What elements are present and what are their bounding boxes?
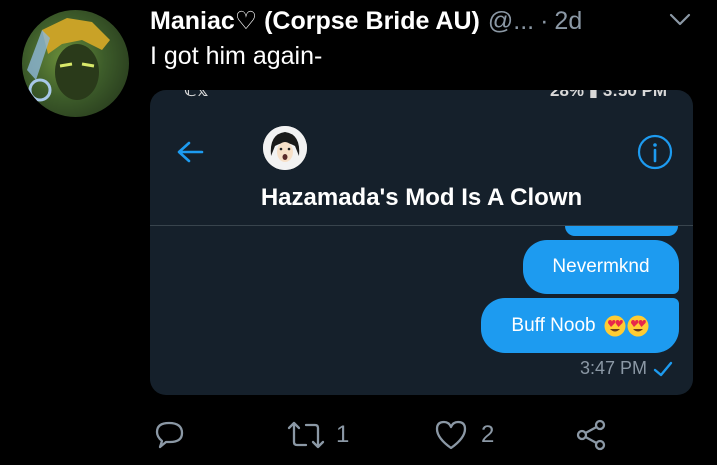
chevron-down-icon[interactable] bbox=[668, 10, 692, 30]
reply-button[interactable] bbox=[153, 418, 187, 452]
message-text: Buff Noob bbox=[511, 314, 596, 336]
message-bubble-partial bbox=[565, 226, 678, 236]
share-icon bbox=[576, 419, 606, 451]
tweet-text: I got him again- bbox=[150, 42, 323, 70]
message-bubble: Buff Noob bbox=[481, 298, 679, 353]
chat-title: Hazamada's Mod Is A Clown bbox=[260, 184, 583, 211]
profile-avatar[interactable] bbox=[22, 10, 129, 117]
share-button[interactable] bbox=[574, 418, 608, 452]
statusbar-right: 28% ▮ 3:50 PM bbox=[550, 90, 668, 100]
like-icon bbox=[435, 420, 467, 450]
embedded-screenshot[interactable]: ℂ𝕩 28% ▮ 3:50 PM Hazamada's Mod Is A Clo… bbox=[150, 90, 693, 395]
tweet-header: Maniac♡ (Corpse Bride AU) @... · 2d bbox=[150, 6, 582, 36]
chat-avatar bbox=[263, 126, 307, 170]
author-name[interactable]: Maniac♡ (Corpse Bride AU) bbox=[150, 6, 480, 36]
statusbar-left: ℂ𝕩 bbox=[184, 90, 209, 100]
check-icon bbox=[653, 361, 673, 377]
retweet-icon bbox=[287, 421, 325, 449]
author-handle[interactable]: @... bbox=[488, 7, 534, 36]
tweet-time[interactable]: 2d bbox=[554, 7, 582, 36]
phone-statusbar: ℂ𝕩 28% ▮ 3:50 PM bbox=[150, 90, 693, 100]
like-button[interactable]: 2 bbox=[433, 418, 494, 452]
reply-icon bbox=[155, 421, 184, 449]
retweet-button[interactable]: 1 bbox=[286, 418, 349, 452]
tweet-actions: 1 2 bbox=[0, 410, 717, 460]
back-arrow-icon bbox=[177, 141, 204, 163]
retweet-count: 1 bbox=[336, 421, 350, 448]
message-bubble: Nevermknd bbox=[523, 240, 679, 294]
separator: · bbox=[540, 6, 549, 35]
like-count: 2 bbox=[481, 421, 495, 448]
message-text: Nevermknd bbox=[552, 256, 650, 277]
heart-eyes-emoji bbox=[627, 315, 649, 336]
message-timestamp: 3:47 PM bbox=[579, 358, 647, 378]
heart-eyes-emoji bbox=[604, 315, 626, 336]
info-icon bbox=[637, 134, 673, 170]
